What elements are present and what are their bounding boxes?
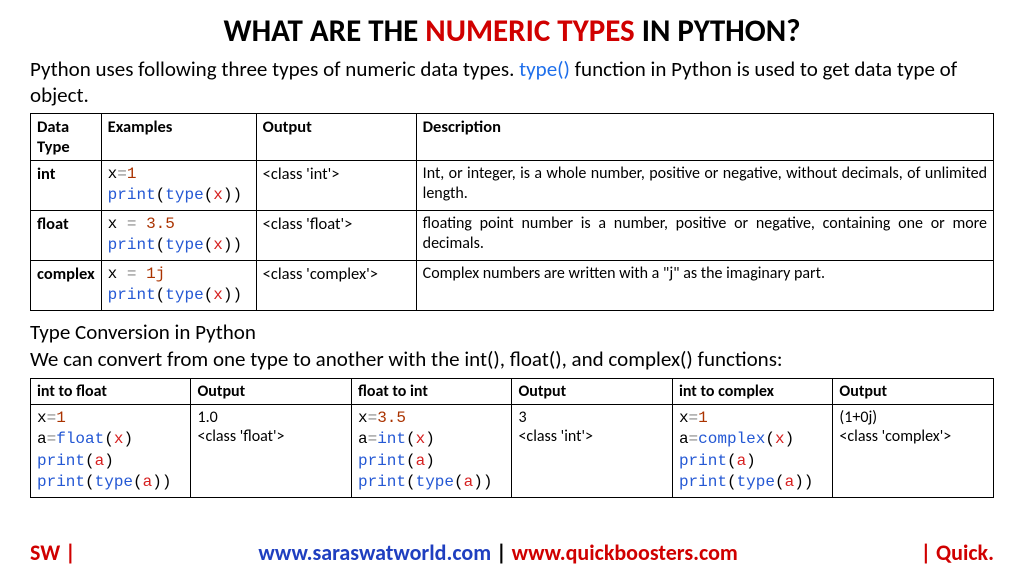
title-post: IN PYTHON? (635, 12, 801, 50)
footer-left: SW | (30, 539, 76, 566)
numeric-types-table: Data Type Examples Output Description in… (30, 113, 994, 312)
conversion-table: int to float Output float to int Output … (30, 378, 994, 498)
output-cell: 3<class 'int'> (512, 404, 672, 497)
intro-text: Python uses following three types of num… (30, 56, 994, 109)
table-row: int x=1 print(type(x)) <class 'int'> Int… (31, 160, 994, 210)
desc-cell: Complex numbers are written with a "j" a… (416, 260, 993, 310)
footer-link-red: www.quickboosters.com (512, 539, 738, 566)
desc-cell: floating point number is a number, posit… (416, 210, 993, 260)
title-pre: WHAT ARE THE (224, 12, 426, 50)
table-row: complex x = 1j print(type(x)) <class 'co… (31, 260, 994, 310)
subheading: Type Conversion in Python We can convert… (30, 319, 994, 374)
col-data-type: Data Type (31, 113, 102, 160)
title-mid: NUMERIC TYPES (425, 12, 634, 50)
table-header-row: int to float Output float to int Output … (31, 378, 994, 404)
col-output: Output (256, 113, 416, 160)
footer-sep: | (491, 539, 511, 566)
output-cell: <class 'complex'> (256, 260, 416, 310)
output-cell: 1.0<class 'float'> (191, 404, 351, 497)
footer: SW | www.saraswatworld.com | www.quickbo… (30, 539, 994, 566)
col-h: int to complex (672, 378, 832, 404)
output-cell: <class 'int'> (256, 160, 416, 210)
footer-mid: www.saraswatworld.com | www.quickbooster… (258, 539, 737, 566)
footer-link-blue: www.saraswatworld.com (258, 539, 491, 566)
col-h: Output (191, 378, 351, 404)
output-cell: (1+0j)<class 'complex'> (833, 404, 994, 497)
sub-desc: We can convert from one type to another … (30, 346, 994, 373)
table-row: x=1 a=float(x) print(a) print(type(a)) 1… (31, 404, 994, 497)
desc-cell: Int, or integer, is a whole number, posi… (416, 160, 993, 210)
type-cell: float (31, 210, 102, 260)
table-header-row: Data Type Examples Output Description (31, 113, 994, 160)
table-row: float x = 3.5 print(type(x)) <class 'flo… (31, 210, 994, 260)
type-cell: complex (31, 260, 102, 310)
example-cell: x = 1j print(type(x)) (101, 260, 256, 310)
code-cell: x=1 a=complex(x) print(a) print(type(a)) (672, 404, 832, 497)
col-examples: Examples (101, 113, 256, 160)
col-h: Output (833, 378, 994, 404)
example-cell: x = 3.5 print(type(x)) (101, 210, 256, 260)
intro-pre: Python uses following three types of num… (30, 56, 519, 82)
type-cell: int (31, 160, 102, 210)
page-title: WHAT ARE THE NUMERIC TYPES IN PYTHON? (30, 12, 994, 50)
intro-fn: type() (519, 56, 570, 82)
code-cell: x=3.5 a=int(x) print(a) print(type(a)) (351, 404, 511, 497)
col-h: Output (512, 378, 672, 404)
output-cell: <class 'float'> (256, 210, 416, 260)
footer-right: | Quick. (921, 539, 994, 566)
col-h: int to float (31, 378, 191, 404)
col-description: Description (416, 113, 993, 160)
example-cell: x=1 print(type(x)) (101, 160, 256, 210)
code-cell: x=1 a=float(x) print(a) print(type(a)) (31, 404, 191, 497)
sub-title: Type Conversion in Python (30, 319, 994, 346)
col-h: float to int (351, 378, 511, 404)
